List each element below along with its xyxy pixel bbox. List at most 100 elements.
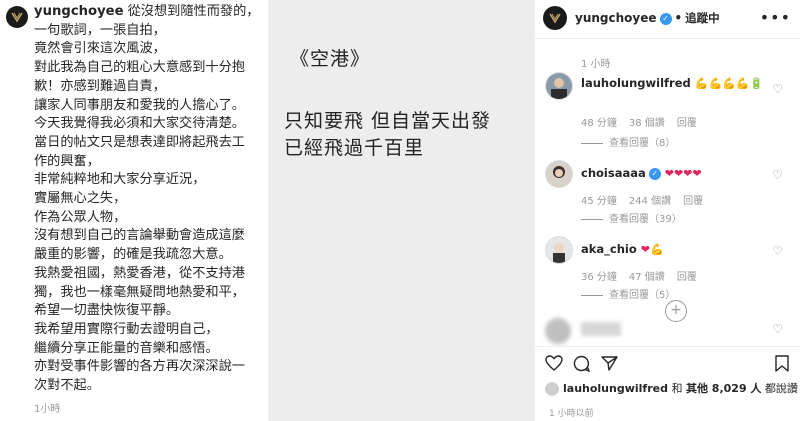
caption-line-text: 從沒想到隨性而發的， [127, 4, 260, 19]
replies-line [581, 218, 603, 220]
poem-line-1: 只知要飛 但自當天出發 [284, 110, 492, 132]
caption-line: 非常純粹地和大家分享近況， [34, 171, 264, 190]
separator-dot: • [674, 11, 683, 25]
comment-meta: 45 分鐘 244 個讚 回覆 [581, 192, 715, 207]
view-replies-button[interactable]: 查看回覆（8） [581, 134, 675, 149]
caption-line: 讓家人同事朋友和愛我的人擔心了。 [34, 97, 264, 116]
caption-line: 沒有想到自己的言論舉動會造成這麼 [34, 227, 264, 246]
caption-lines: yungchoyee 從沒想到隨性而發的， 一句歌詞，一張自拍， 竟然會引來這次風波，… [34, 3, 264, 396]
caption-line-text: 今天我覺得我必須和大家交待清楚。 [34, 116, 245, 132]
caption-line: 作的興奮， [34, 153, 264, 172]
comment-username-row: lauholungwilfred 💪💪💪💪🔋 [581, 76, 763, 90]
view-replies-button[interactable]: 查看回覆（5） [581, 286, 675, 301]
caption-line-text: 亦對受事件影響的各方再次深深說一 [34, 359, 245, 375]
more-options-icon[interactable]: ••• [760, 8, 791, 27]
caption-line-text: 次對不起。 [34, 378, 100, 394]
caption-line-text: 我熱愛祖國，熱愛香港，從不支持港 [34, 265, 245, 281]
poem-title: 《空港》 [290, 48, 371, 70]
heart-icon[interactable]: ♡ [772, 82, 783, 96]
comment-meta: 48 分鐘 38 個讚 回覆 [581, 114, 709, 129]
replies-line [581, 142, 603, 144]
caption-line: 獨，我也一樣毫無疑問地熱愛和平， [34, 284, 264, 303]
comment-text: ❤💪 [640, 243, 664, 256]
comment-username[interactable]: choisaaaa [581, 166, 646, 180]
caption-line-text: 歉！亦感到難過自責， [34, 78, 166, 94]
comments-panel: yungchoyee ✓ • 追蹤中 ••• 1 小時 lauholungwilfre… [534, 0, 800, 421]
likes-summary: lauholungwilfred 和 其他 8,029 人 都說讚 [545, 380, 798, 396]
comment-meta: 36 分鐘 47 個讚 回覆 [581, 268, 709, 283]
liker-avatar[interactable] [545, 382, 559, 396]
header-username-row: yungchoyee ✓ • 追蹤中 [575, 10, 720, 26]
comment-username[interactable]: lauholungwilfred [581, 76, 691, 90]
caption-line-text: 非常純粹地和大家分享近況， [34, 172, 206, 188]
caption-line: 今天我覺得我必須和大家交待清楚。 [34, 115, 264, 134]
post-header: yungchoyee ✓ • 追蹤中 ••• [535, 0, 800, 39]
heart-icon[interactable]: ♡ [772, 244, 783, 258]
action-bar [535, 346, 800, 377]
heart-icon[interactable]: ♡ [772, 322, 783, 336]
post-time: 1小時 [34, 404, 61, 415]
verified-icon: ✓ [659, 12, 672, 25]
caption-line-text: 竟然會引來這次風波， [34, 41, 166, 57]
comment-text: 💪💪💪💪🔋 [694, 77, 764, 90]
caption-username[interactable]: yungchoyee [34, 4, 124, 19]
comment-likes[interactable]: 47 個讚 [629, 272, 665, 283]
caption-panel: yungchoyee 從沒想到隨性而發的， 一句歌詞，一張自拍， 竟然會引來這次風波，… [0, 0, 269, 421]
comment-likes[interactable]: 244 個讚 [629, 196, 671, 207]
header-username[interactable]: yungchoyee [575, 11, 657, 25]
likes-prefix: 和 [667, 382, 686, 395]
header-avatar[interactable] [543, 6, 567, 30]
reply-button[interactable]: 回覆 [677, 118, 697, 129]
caption-line-text: 讓家人同事朋友和愛我的人擔心了。 [34, 97, 245, 113]
caption-line-text: 對此我為自己的粗心大意感到十分抱 [34, 60, 245, 76]
comment-avatar[interactable] [545, 236, 573, 264]
caption-line-text: 實屬無心之失， [34, 191, 127, 207]
caption-line-text: 繼續分享正能量的音樂和感悟。 [34, 340, 219, 356]
caption-line-text: 當日的帖文只是想表達即將起飛去工 [34, 134, 245, 150]
following-button[interactable]: 追蹤中 [685, 11, 720, 25]
reply-button[interactable]: 回覆 [683, 196, 703, 207]
post-timestamp: 1 小時以前 [549, 409, 594, 419]
view-replies-label: 查看回覆（8） [609, 138, 676, 149]
view-replies-label: 查看回覆（5） [609, 290, 676, 301]
comment-time: 36 分鐘 [581, 272, 617, 283]
share-icon[interactable] [601, 355, 618, 371]
like-icon[interactable] [545, 355, 563, 371]
replies-line [581, 294, 603, 296]
likes-suffix: 都說讚 [761, 382, 798, 395]
view-replies-button[interactable]: 查看回覆（39） [581, 210, 682, 225]
comment-username[interactable]: aka_chio [581, 242, 637, 256]
comment-time: 48 分鐘 [581, 118, 617, 129]
comment-avatar[interactable] [545, 160, 573, 188]
caption-time: 1 小時 [581, 59, 611, 70]
caption-line: 對此我為自己的粗心大意感到十分抱 [34, 59, 264, 78]
reply-button[interactable]: 回覆 [677, 272, 697, 283]
caption-line: 一句歌詞，一張自拍， [34, 22, 264, 41]
caption-line: yungchoyee 從沒想到隨性而發的， [34, 3, 264, 22]
caption-line: 次對不起。 [34, 377, 264, 396]
caption-line: 實屬無心之失， [34, 190, 264, 209]
post-image[interactable]: 《空港》 只知要飛 但自當天出發 已經飛過千百里 [268, 0, 534, 421]
save-icon[interactable] [775, 355, 789, 372]
comment-username-row: aka_chio ❤💪 [581, 242, 664, 256]
comment-likes[interactable]: 38 個讚 [629, 118, 665, 129]
caption-line: 我熱愛祖國，熱愛香港，從不支持港 [34, 265, 264, 284]
caption-line-text: 作為公眾人物， [34, 209, 127, 225]
logo-icon [11, 12, 23, 23]
verified-icon: ✓ [648, 167, 661, 180]
caption-line-text: 沒有想到自己的言論舉動會造成這麼 [34, 228, 245, 244]
caption-line: 歉！亦感到難過自責， [34, 78, 264, 97]
caption-line: 我希望用實際行動去證明自己， [34, 321, 264, 340]
others-count[interactable]: 其他 8,029 人 [686, 382, 761, 395]
comment-avatar[interactable] [545, 72, 573, 100]
heart-icon[interactable]: ♡ [772, 168, 783, 182]
comment-icon[interactable] [573, 355, 590, 372]
liker-username[interactable]: lauholungwilfred [563, 382, 668, 395]
view-replies-label: 查看回覆（39） [609, 214, 682, 225]
caption-line-text: 一句歌詞，一張自拍， [34, 22, 166, 38]
profile-avatar[interactable] [6, 6, 28, 28]
caption-line: 繼續分享正能量的音樂和感悟。 [34, 340, 264, 359]
caption-line: 嚴重的影響，的確是我疏忽大意。 [34, 246, 264, 265]
caption-line-text: 獨，我也一樣毫無疑問地熱愛和平， [34, 284, 245, 300]
load-more-comments-icon[interactable]: + [665, 300, 687, 322]
